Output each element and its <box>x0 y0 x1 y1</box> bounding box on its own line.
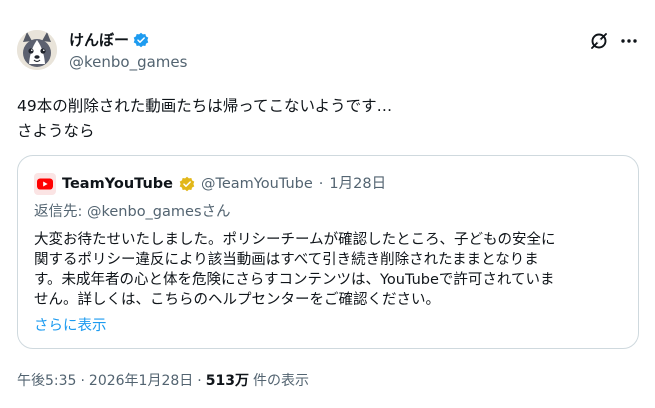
quote-body-line: 関するポリシー違反により該当動画はすべて引き続き削除されたままとなりま <box>34 252 539 268</box>
quote-reply-to: 返信先: @kenbo_gamesさん <box>34 204 231 220</box>
tweet-text-line: 49本の削除された動画たちは帰ってこないようです… <box>17 97 393 115</box>
show-more-link[interactable]: さらに表示 <box>34 316 107 336</box>
quote-header: TeamYouTube @TeamYouTube · 1月28日 <box>34 173 386 195</box>
grok-icon[interactable] <box>589 31 609 51</box>
quote-author-name[interactable]: TeamYouTube <box>62 175 173 193</box>
verified-badge-icon <box>133 32 149 48</box>
avatar[interactable] <box>17 30 57 70</box>
post-time[interactable]: 午後5:35 <box>17 371 76 391</box>
post: けんぼー @kenbo_games 49本の削除された動画たちは帰ってこないよう… <box>0 0 655 408</box>
meta-separator: · <box>80 373 85 389</box>
quote-author-handle[interactable]: @TeamYouTube <box>201 175 313 193</box>
meta-separator: · <box>197 373 202 389</box>
more-options-icon[interactable] <box>619 31 639 51</box>
tweet-text: 49本の削除された動画たちは帰ってこないようです… さようなら <box>17 94 637 144</box>
quote-body-line: す。未成年者の心と体を危険にさらすコンテンツは、YouTubeで許可されていま <box>34 272 555 288</box>
gold-verified-badge-icon <box>179 176 195 192</box>
views-label: 件の表示 <box>252 373 309 389</box>
quote-body-line: せん。詳しくは、こちらのヘルプセンターをご確認ください。 <box>34 292 440 308</box>
author-display-name[interactable]: けんぼー <box>69 31 149 49</box>
post-meta: 午後5:35 · 2026年1月28日 · 513万 件の表示 <box>17 371 309 391</box>
quoted-tweet-card[interactable]: TeamYouTube @TeamYouTube · 1月28日 返信先: @k… <box>17 155 639 349</box>
dog-avatar-icon <box>17 30 57 70</box>
author-handle[interactable]: @kenbo_games <box>69 53 187 71</box>
author-name-text[interactable]: けんぼー <box>69 31 129 49</box>
quote-body: 大変お待たせいたしました。ポリシーチームが確認したところ、子どもの安全に 関する… <box>34 230 630 310</box>
tweet-text-line: さようなら <box>17 122 95 140</box>
post-date[interactable]: 2026年1月28日 <box>89 371 193 391</box>
quote-date[interactable]: 1月28日 <box>329 175 386 193</box>
quote-separator: · <box>318 176 324 192</box>
youtube-logo-icon[interactable] <box>34 173 56 195</box>
views-count: 513万 <box>205 373 249 389</box>
quote-body-line: 大変お待たせいたしました。ポリシーチームが確認したところ、子どもの安全に <box>34 232 556 248</box>
